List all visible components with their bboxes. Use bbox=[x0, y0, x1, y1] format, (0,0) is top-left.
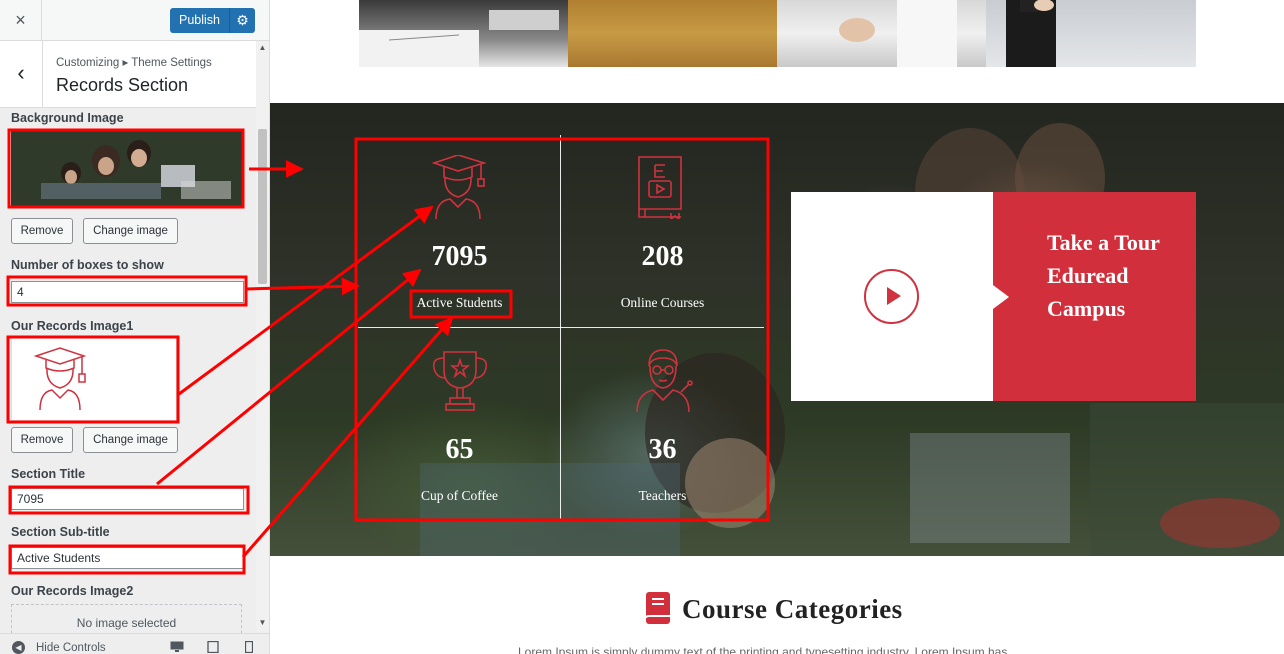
record-label: Active Students bbox=[416, 295, 503, 310]
remove-bg-image-button[interactable]: Remove bbox=[11, 218, 73, 244]
page-title: Records Section bbox=[56, 75, 189, 95]
record-number: 65 bbox=[445, 434, 474, 465]
record-box-2: 208 Online Courses bbox=[561, 135, 764, 328]
record-label: Cup of Coffee bbox=[421, 488, 498, 503]
back-button[interactable]: ‹ bbox=[0, 41, 43, 108]
close-customizer-button[interactable]: × bbox=[0, 0, 42, 41]
gear-icon: ⚙ bbox=[236, 12, 249, 28]
record-number: 36 bbox=[648, 434, 677, 465]
record-box-3: 65 Cup of Coffee bbox=[358, 328, 561, 521]
book-video-icon bbox=[638, 156, 682, 219]
records-grid: 7095 Active Students 208 Online Courses … bbox=[358, 135, 764, 521]
boxes-count-input[interactable] bbox=[11, 281, 244, 303]
background-image-thumbnail[interactable] bbox=[11, 131, 242, 206]
photo-strip-2 bbox=[568, 0, 777, 67]
customizer-footer: ◀ Hide Controls bbox=[0, 633, 269, 654]
records-image1-label: Our Records Image1 bbox=[11, 319, 134, 333]
record-box-1: 7095 Active Students bbox=[358, 135, 561, 328]
tour-video-panel bbox=[791, 192, 993, 401]
graduate-icon bbox=[33, 347, 87, 410]
records-section: 7095 Active Students 208 Online Courses … bbox=[270, 103, 1284, 556]
section-title-label: Section Title bbox=[11, 467, 86, 481]
scrollbar-thumb[interactable] bbox=[258, 129, 267, 284]
hide-controls-icon[interactable]: ◀ bbox=[12, 641, 25, 654]
publish-button[interactable]: Publish bbox=[170, 8, 229, 33]
sidebar-scrollbar[interactable]: ▲ ▼ bbox=[256, 41, 269, 631]
customizer-topbar: × Publish ⚙ bbox=[0, 0, 269, 41]
desktop-icon[interactable] bbox=[170, 641, 184, 653]
record-label: Teachers bbox=[638, 488, 687, 503]
campus-tour-box: Take a Tour Eduread Campus bbox=[791, 192, 1196, 401]
scroll-up-icon[interactable]: ▲ bbox=[256, 43, 269, 52]
course-categories-description: Lorem Ipsum is simply dummy text of the … bbox=[518, 645, 1008, 654]
background-image-label: Background Image bbox=[11, 111, 124, 125]
close-icon: × bbox=[15, 10, 26, 30]
photo-strip-4 bbox=[986, 0, 1196, 67]
boxes-count-label: Number of boxes to show bbox=[11, 258, 164, 272]
record-label: Online Courses bbox=[620, 295, 705, 310]
trophy-icon bbox=[432, 351, 488, 411]
section-header: ‹ Customizing ▸ Theme Settings Records S… bbox=[0, 41, 256, 108]
records-image1-thumbnail[interactable] bbox=[11, 337, 177, 421]
photo-strip-3 bbox=[777, 0, 986, 67]
hide-controls-button[interactable]: Hide Controls bbox=[36, 642, 106, 654]
photo-strip-1 bbox=[359, 0, 568, 67]
mobile-icon[interactable] bbox=[245, 641, 253, 653]
record-box-4: 36 Teachers bbox=[561, 328, 764, 521]
site-preview: 7095 Active Students 208 Online Courses … bbox=[270, 0, 1284, 654]
tour-heading[interactable]: Take a Tour Eduread Campus bbox=[1047, 226, 1167, 325]
course-categories-title: Course Categories bbox=[682, 594, 903, 624]
teacher-icon bbox=[636, 349, 693, 412]
section-subtitle-label: Section Sub-title bbox=[11, 525, 110, 539]
breadcrumb: Customizing ▸ Theme Settings bbox=[56, 57, 212, 69]
section-title-input[interactable] bbox=[11, 488, 244, 510]
customizer-sidebar: × Publish ⚙ ‹ Customizing ▸ Theme Settin… bbox=[0, 0, 270, 654]
chevron-left-icon: ‹ bbox=[17, 60, 25, 85]
change-records-image1-button[interactable]: Change image bbox=[83, 427, 178, 453]
play-icon[interactable] bbox=[864, 269, 919, 324]
book-icon bbox=[645, 592, 670, 624]
tablet-icon[interactable] bbox=[207, 641, 219, 653]
records-image2-label: Our Records Image2 bbox=[11, 584, 134, 598]
tour-text-panel: Take a Tour Eduread Campus bbox=[993, 192, 1196, 401]
scroll-down-icon[interactable]: ▼ bbox=[256, 618, 269, 627]
remove-records-image1-button[interactable]: Remove bbox=[11, 427, 73, 453]
record-number: 208 bbox=[641, 241, 684, 272]
publish-settings-button[interactable]: ⚙ bbox=[229, 8, 255, 33]
graduate-icon bbox=[431, 155, 487, 219]
record-number: 7095 bbox=[431, 241, 488, 272]
change-bg-image-button[interactable]: Change image bbox=[83, 218, 178, 244]
course-categories-header: Course Categories bbox=[270, 590, 1284, 630]
section-subtitle-input[interactable] bbox=[11, 547, 244, 569]
